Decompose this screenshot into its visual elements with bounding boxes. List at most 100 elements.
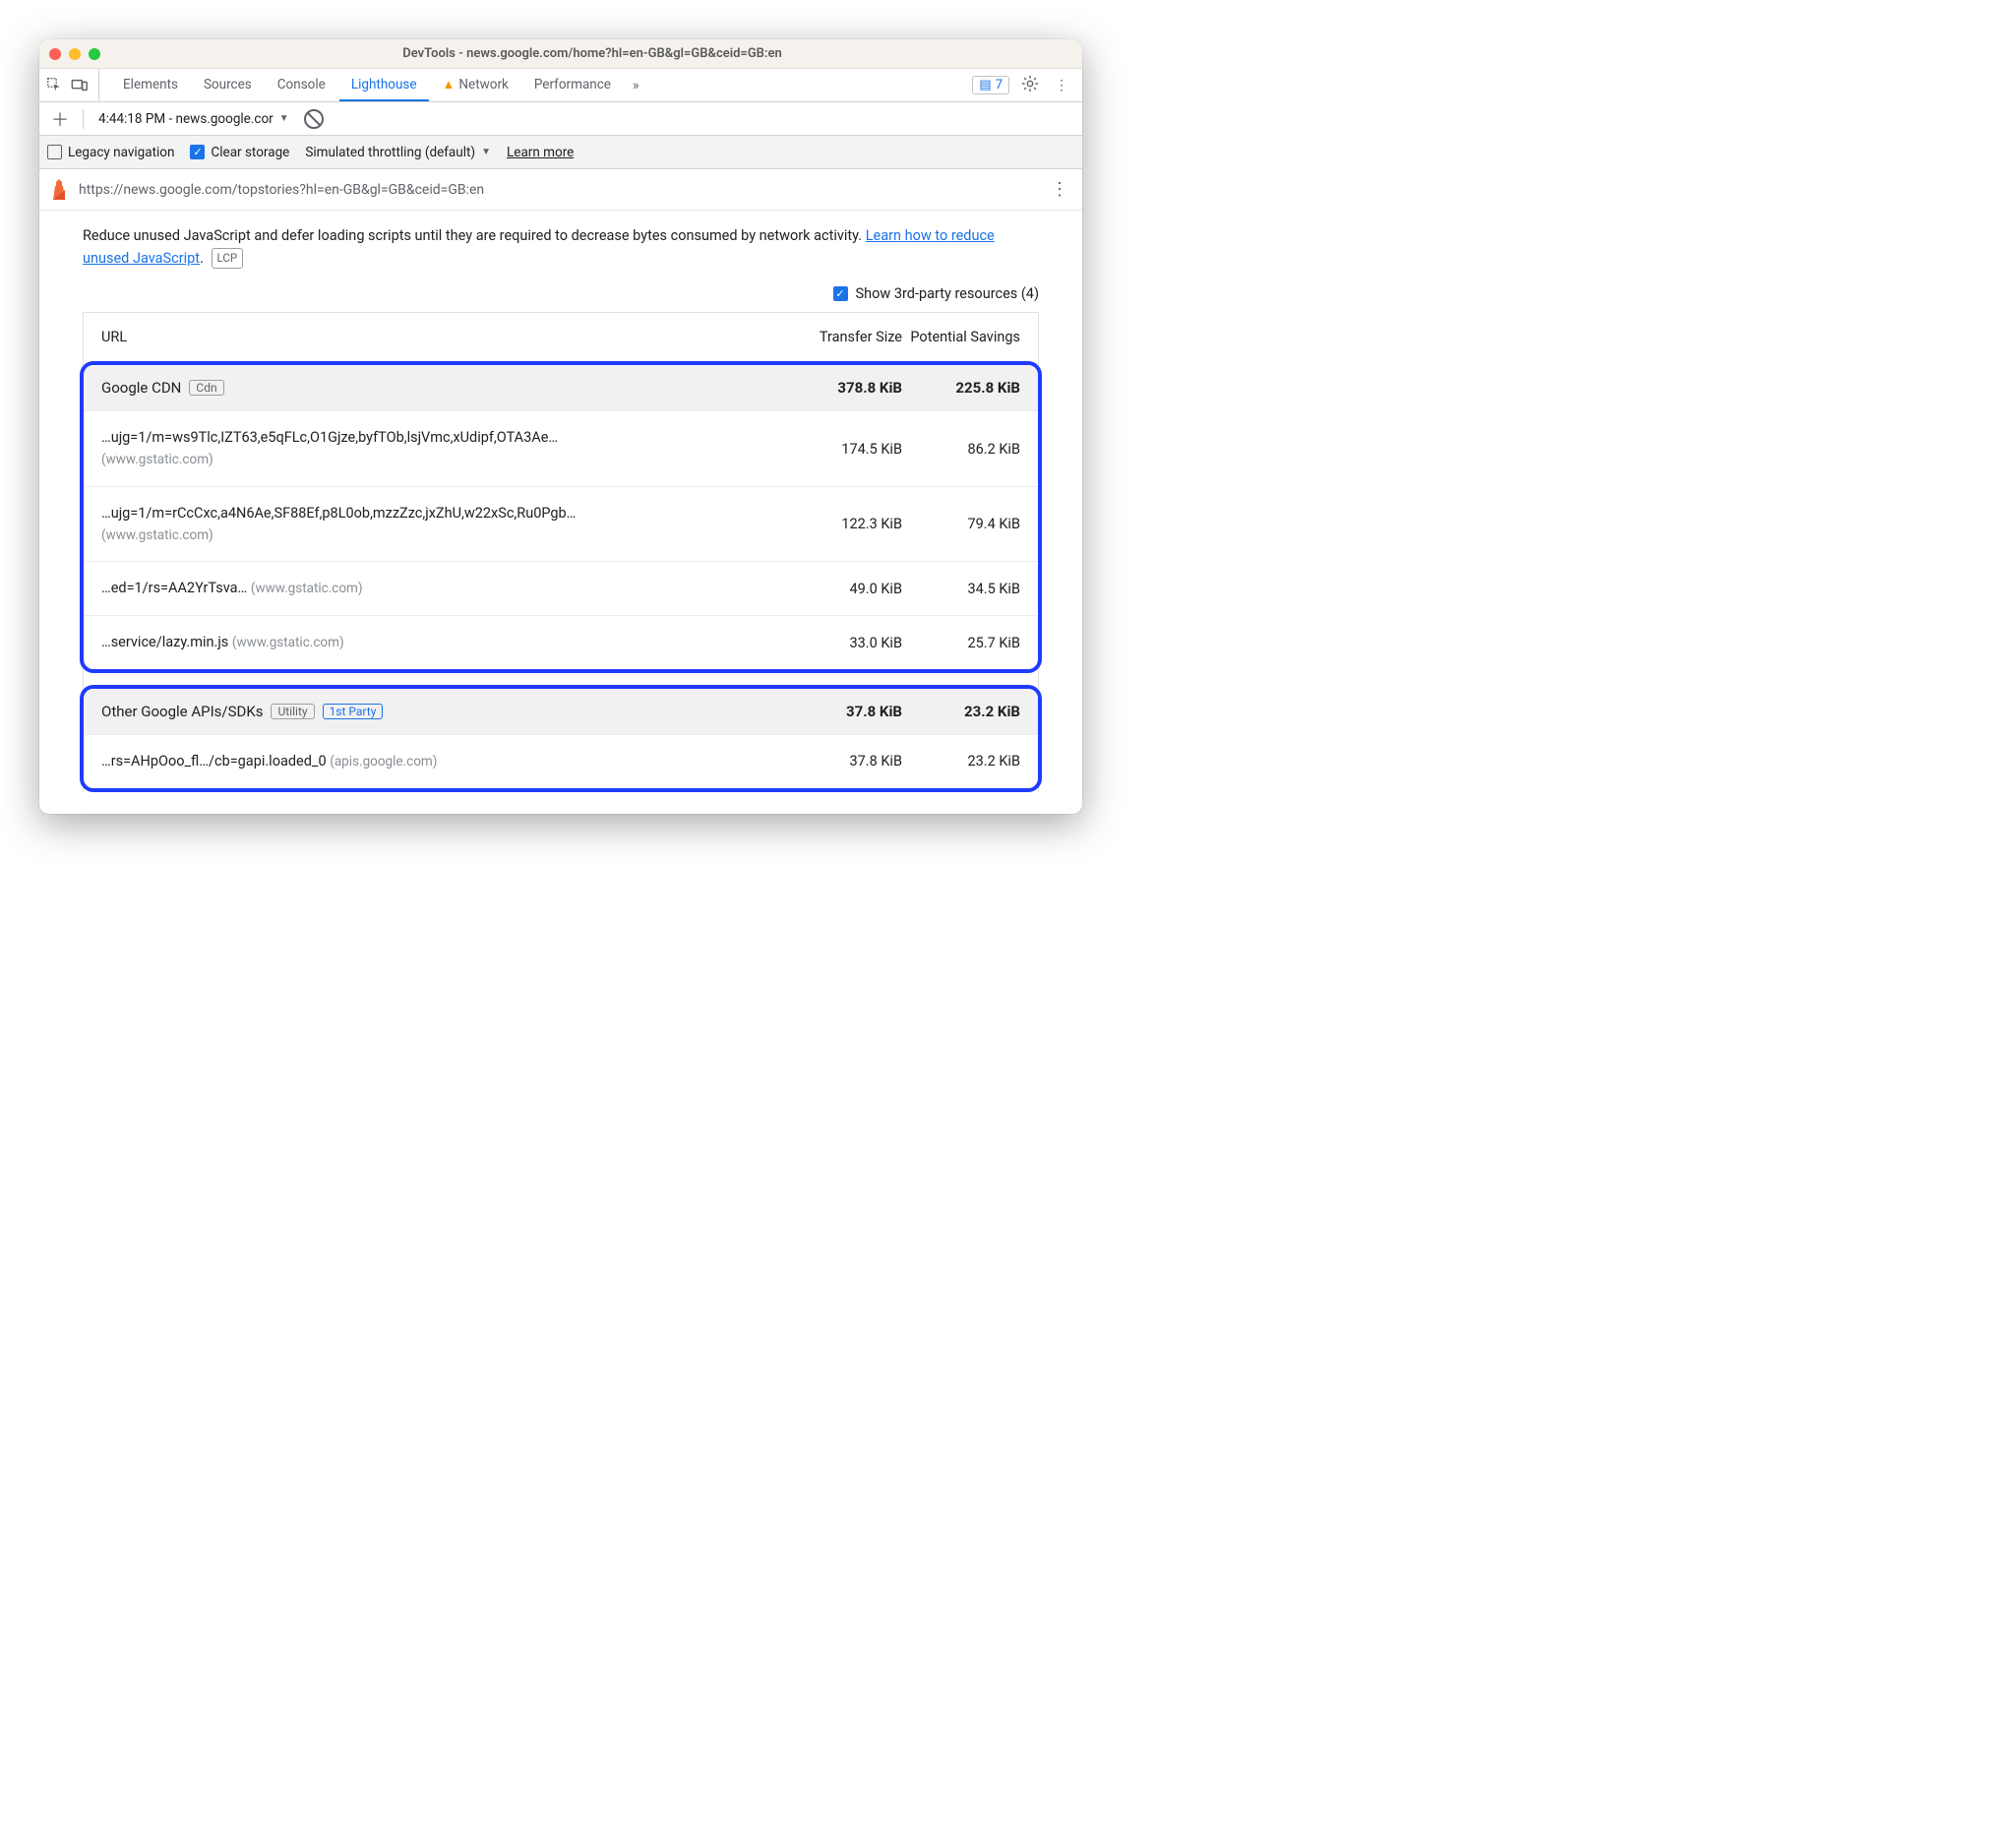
tab-console[interactable]: Console xyxy=(266,69,337,101)
report-url-bar: https://news.google.com/topstories?hl=en… xyxy=(39,169,1082,211)
row-savings: 86.2 KiB xyxy=(902,441,1020,458)
row-url-cell: …rs=AHpOoo_fl…/cb=gapi.loaded_0 (apis.go… xyxy=(101,751,784,772)
legacy-navigation-label: Legacy navigation xyxy=(68,145,174,160)
throttling-select[interactable]: Simulated throttling (default) ▼ xyxy=(305,145,491,160)
tab-performance[interactable]: Performance xyxy=(522,69,623,101)
row-savings: 79.4 KiB xyxy=(902,516,1020,532)
row-transfer: 49.0 KiB xyxy=(784,581,902,597)
row-host: (www.gstatic.com) xyxy=(101,452,213,467)
row-url-cell: …service/lazy.min.js (www.gstatic.com) xyxy=(101,632,784,653)
row-savings: 25.7 KiB xyxy=(902,635,1020,651)
row-url-cell: …ujg=1/m=rCcCxc,a4N6Ae,SF88Ef,p8L0ob,mzz… xyxy=(101,503,784,546)
group-tag: Utility xyxy=(271,704,314,719)
tab-label: Elements xyxy=(123,77,178,92)
row-transfer: 37.8 KiB xyxy=(784,753,902,770)
table-row[interactable]: …ujg=1/m=ws9Tlc,IZT63,e5qFLc,O1Gjze,byfT… xyxy=(84,410,1038,486)
clear-storage-checkbox[interactable]: ✓ Clear storage xyxy=(190,145,289,160)
tab-elements[interactable]: Elements xyxy=(111,69,190,101)
console-messages-badge[interactable]: ▤ 7 xyxy=(972,76,1009,94)
tab-label: Network xyxy=(458,77,508,92)
new-report-button[interactable]: ＋ xyxy=(47,106,73,132)
col-savings: Potential Savings xyxy=(902,329,1020,345)
chevron-down-icon: ▼ xyxy=(481,147,491,157)
desc-text: Reduce unused JavaScript and defer loadi… xyxy=(83,227,866,244)
window-title: DevTools - news.google.com/home?hl=en-GB… xyxy=(112,46,1072,61)
table-row[interactable]: …service/lazy.min.js (www.gstatic.com)33… xyxy=(84,615,1038,669)
tab-label: Performance xyxy=(534,77,611,92)
resource-group: Google CDN Cdn 378.8 KiB225.8 KiB …ujg=1/m=… xyxy=(80,361,1042,673)
titlebar: DevTools - news.google.com/home?hl=en-GB… xyxy=(39,39,1082,69)
table-row[interactable]: …ed=1/rs=AA2YrTsva… (www.gstatic.com)49.… xyxy=(84,561,1038,615)
main-menu-kebab-icon[interactable]: ⋮ xyxy=(1051,74,1072,97)
table-header: URL Transfer Size Potential Savings xyxy=(84,313,1038,361)
group-tag: Cdn xyxy=(189,380,223,396)
audit-description: Reduce unused JavaScript and defer loadi… xyxy=(83,224,1039,270)
tab-network[interactable]: ▲Network xyxy=(431,69,520,101)
tab-label: Lighthouse xyxy=(351,77,417,92)
lighthouse-subbar: ＋ 4:44:18 PM - news.google.cor ▼ xyxy=(39,102,1082,136)
lighthouse-icon xyxy=(49,178,69,202)
row-transfer: 122.3 KiB xyxy=(784,516,902,532)
clear-storage-label: Clear storage xyxy=(211,145,289,160)
col-transfer: Transfer Size xyxy=(784,329,902,345)
inspect-element-icon[interactable] xyxy=(45,77,63,94)
legacy-navigation-checkbox[interactable]: Legacy navigation xyxy=(47,145,174,160)
row-savings: 34.5 KiB xyxy=(902,581,1020,597)
learn-more-link[interactable]: Learn more xyxy=(507,145,574,160)
tab-sources[interactable]: Sources xyxy=(192,69,264,101)
row-url: …rs=AHpOoo_fl…/cb=gapi.loaded_0 xyxy=(101,753,327,770)
report-selector[interactable]: 4:44:18 PM - news.google.cor ▼ xyxy=(93,108,294,130)
tab-lighthouse[interactable]: Lighthouse xyxy=(339,69,429,101)
report-url: https://news.google.com/topstories?hl=en… xyxy=(79,182,1037,198)
group-name: Other Google APIs/SDKs xyxy=(101,703,263,720)
group-header[interactable]: Google CDN Cdn 378.8 KiB225.8 KiB xyxy=(84,365,1038,410)
row-url-cell: …ed=1/rs=AA2YrTsva… (www.gstatic.com) xyxy=(101,578,784,599)
maximize-window-button[interactable] xyxy=(89,48,100,60)
chevron-down-icon: ▼ xyxy=(279,113,289,124)
col-url: URL xyxy=(101,329,784,345)
clear-report-button[interactable] xyxy=(304,109,324,129)
devtools-window: DevTools - news.google.com/home?hl=en-GB… xyxy=(39,39,1082,814)
tabbar-left-tools xyxy=(45,69,99,101)
checkbox-icon: ✓ xyxy=(190,145,205,159)
close-window-button[interactable] xyxy=(49,48,61,60)
group-name: Google CDN xyxy=(101,379,181,397)
checkbox-icon xyxy=(47,145,62,159)
checkbox-icon: ✓ xyxy=(833,286,848,301)
group-transfer: 378.8 KiB xyxy=(784,379,902,397)
row-host: (www.gstatic.com) xyxy=(251,581,363,596)
messages-icon: ▤ xyxy=(979,78,991,92)
settings-gear-icon[interactable] xyxy=(1017,71,1043,100)
report-menu-kebab-icon[interactable]: ⋮ xyxy=(1047,175,1072,204)
row-host: (www.gstatic.com) xyxy=(101,527,213,543)
group-savings: 23.2 KiB xyxy=(902,703,1020,720)
row-url: …ed=1/rs=AA2YrTsva… xyxy=(101,580,247,596)
row-url: …ujg=1/m=rCcCxc,a4N6Ae,SF88Ef,p8L0ob,mzz… xyxy=(101,505,576,522)
row-host: (www.gstatic.com) xyxy=(232,635,344,650)
row-url: …service/lazy.min.js xyxy=(101,634,228,650)
tab-label: Console xyxy=(277,77,326,92)
more-tabs-chevron-icon[interactable]: » xyxy=(627,78,645,93)
group-tag: 1st Party xyxy=(323,704,384,719)
group-name-cell: Google CDN Cdn xyxy=(101,379,784,397)
show-third-party-label: Show 3rd-party resources (4) xyxy=(856,285,1039,302)
minimize-window-button[interactable] xyxy=(69,48,81,60)
desc-suffix: . xyxy=(200,250,204,267)
lcp-tag: LCP xyxy=(212,248,244,268)
device-toolbar-icon[interactable] xyxy=(71,77,89,94)
tab-label: Sources xyxy=(204,77,252,92)
panel-tabs: Elements Sources Console Lighthouse ▲Network… xyxy=(111,69,623,101)
table-row[interactable]: …rs=AHpOoo_fl…/cb=gapi.loaded_0 (apis.go… xyxy=(84,734,1038,788)
row-savings: 23.2 KiB xyxy=(902,753,1020,770)
messages-count: 7 xyxy=(996,78,1003,92)
window-controls xyxy=(49,48,100,60)
show-third-party-toggle[interactable]: ✓ Show 3rd-party resources (4) xyxy=(83,285,1039,302)
row-transfer: 174.5 KiB xyxy=(784,441,902,458)
row-host: (apis.google.com) xyxy=(330,754,437,770)
group-savings: 225.8 KiB xyxy=(902,379,1020,397)
resource-group: Other Google APIs/SDKs Utility 1st Party 37… xyxy=(80,685,1042,792)
table-row[interactable]: …ujg=1/m=rCcCxc,a4N6Ae,SF88Ef,p8L0ob,mzz… xyxy=(84,486,1038,562)
group-header[interactable]: Other Google APIs/SDKsUtility1st Party37… xyxy=(84,689,1038,734)
throttling-label: Simulated throttling (default) xyxy=(305,145,475,160)
row-url: …ujg=1/m=ws9Tlc,IZT63,e5qFLc,O1Gjze,byfT… xyxy=(101,429,558,446)
